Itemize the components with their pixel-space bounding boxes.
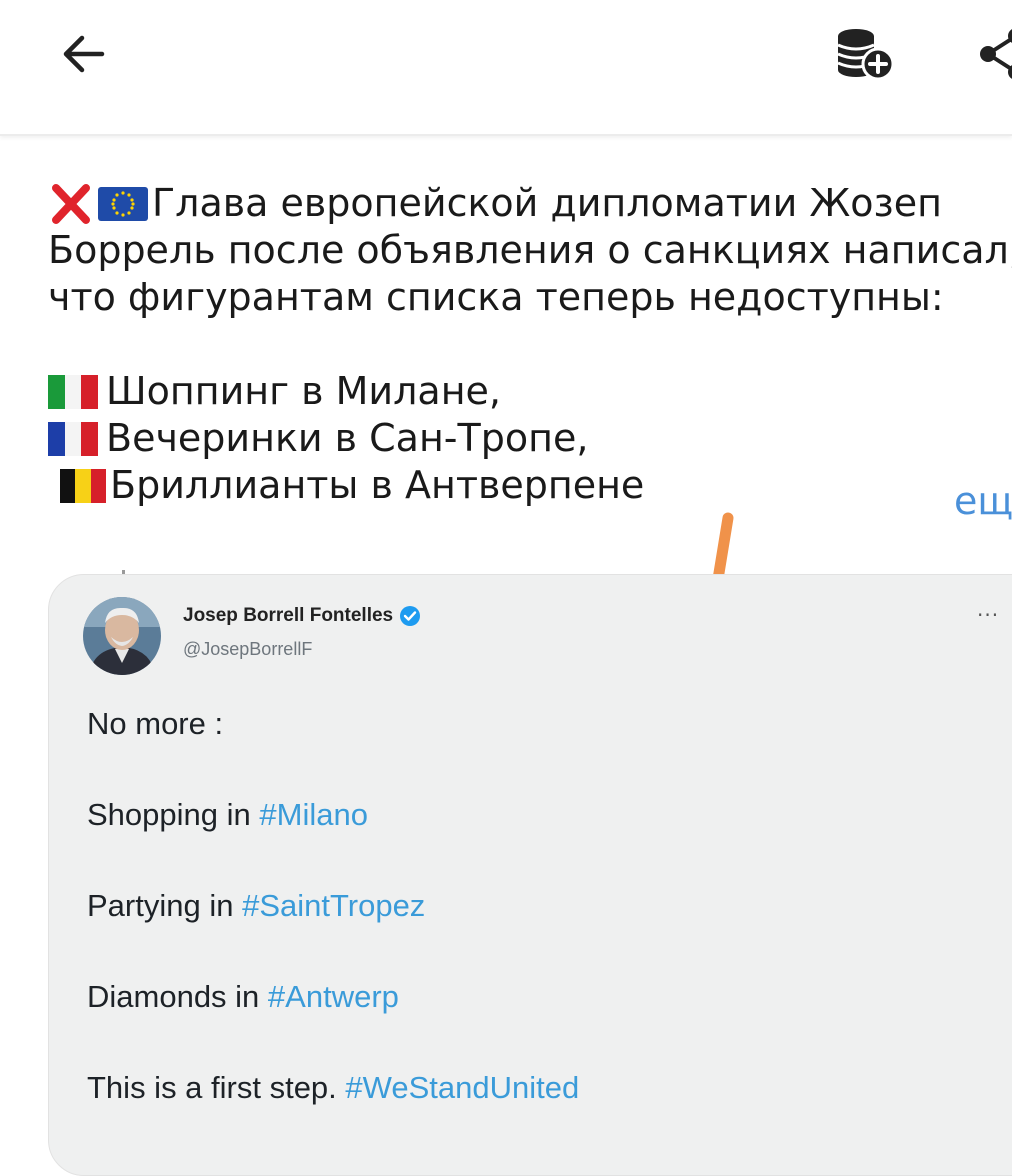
tweet-line: No more :	[87, 703, 579, 794]
read-more-link[interactable]: ещ	[954, 479, 1012, 523]
list-item-text: Шоппинг в Милане,	[106, 369, 501, 413]
tweet-line-text: No more :	[87, 706, 224, 741]
belgium-flag-emoji	[60, 468, 106, 503]
list-item-text: Бриллианты в Антверпене	[110, 463, 645, 507]
hashtag-link[interactable]: #SaintTropez	[242, 888, 425, 923]
italy-flag-emoji	[48, 374, 98, 409]
post-line: Боррель после объявления о санкциях напи…	[48, 228, 1012, 272]
post-line: что фигурантам списка теперь недоступны:	[48, 275, 944, 319]
share-button[interactable]	[976, 22, 1012, 86]
hashtag-link[interactable]: #Antwerp	[268, 979, 399, 1014]
hashtag-link[interactable]: #WeStandUnited	[345, 1070, 579, 1105]
share-icon	[980, 29, 1012, 79]
list-item-text: Вечеринки в Сан-Тропе,	[106, 416, 589, 460]
list-item: Вечеринки в Сан-Тропе,	[48, 415, 1012, 462]
tweet-line: Partying in #SaintTropez	[87, 885, 579, 976]
tweet-line: Shopping in #Milano	[87, 794, 579, 885]
post-text: Глава европейской дипломатии Жозеп Борре…	[48, 180, 1012, 509]
tweet-card[interactable]: Josep Borrell Fontelles @JosepBorrellF ·…	[48, 574, 1012, 1176]
back-button[interactable]	[52, 22, 116, 86]
arrow-left-icon	[63, 35, 105, 73]
france-flag-emoji	[48, 421, 98, 456]
eu-flag-emoji	[98, 186, 148, 221]
post-line-text: Глава европейской дипломатии Жозеп	[152, 181, 942, 225]
tweet-line: Diamonds in #Antwerp	[87, 976, 579, 1067]
tweet-author-handle[interactable]: @JosepBorrellF	[183, 639, 312, 660]
tweet-body: No more : Shopping in #Milano Partying i…	[87, 703, 579, 1158]
list-item: Бриллианты в Антверпене	[48, 462, 1012, 509]
hashtag-link[interactable]: #Milano	[259, 797, 368, 832]
donate-button[interactable]	[828, 22, 904, 86]
app-bar	[0, 0, 1012, 136]
tweet-line-text: Shopping in	[87, 797, 260, 832]
tweet-line-text: This is a first step.	[87, 1070, 346, 1105]
post-line: Глава европейской дипломатии Жозеп	[48, 180, 1012, 227]
coins-add-icon	[837, 29, 895, 81]
tweet-author-name-text: Josep Borrell Fontelles	[183, 605, 394, 626]
tweet-line-text: Diamonds in	[87, 979, 268, 1014]
tweet-author-name[interactable]: Josep Borrell Fontelles	[183, 605, 421, 627]
tweet-line-text: Partying in	[87, 888, 243, 923]
avatar	[83, 597, 161, 675]
list-item: Шоппинг в Милане,	[48, 368, 1012, 415]
tweet-more-options-icon[interactable]: ···	[977, 603, 999, 627]
verified-badge-icon	[400, 606, 421, 626]
cross-mark-emoji	[48, 183, 94, 224]
